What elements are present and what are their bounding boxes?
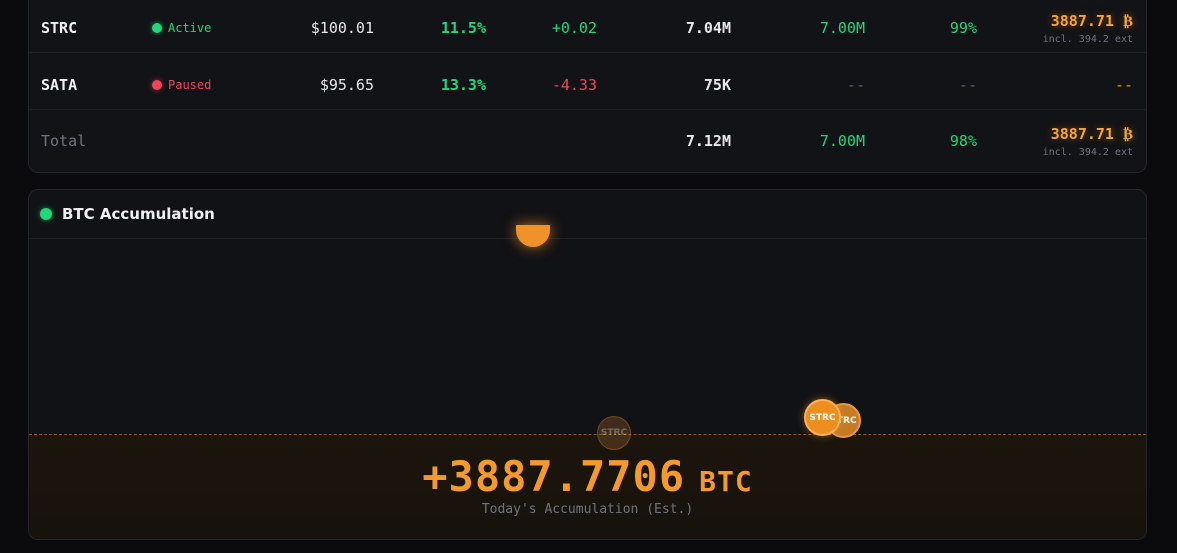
total-btc-amount: 3887.71 ₿ incl. 394.2 ext	[1043, 116, 1133, 166]
accumulation-caption: Today's Accumulation (Est.)	[481, 502, 694, 517]
percent-value: --	[958, 76, 977, 94]
live-indicator-icon	[40, 208, 52, 220]
change-value: +0.02	[551, 19, 597, 37]
yield-value: 11.5%	[440, 19, 486, 37]
total-cap: 7.00M	[819, 132, 865, 150]
status-dot-icon	[152, 80, 162, 90]
accumulation-total: +3887.7706 BTC	[29, 452, 1146, 501]
price-value: $95.65	[319, 76, 374, 94]
btc-value: 3887.71 ₿	[1050, 124, 1133, 143]
price-value: $100.01	[310, 19, 374, 37]
change-value: -4.33	[551, 76, 597, 94]
table-row[interactable]: STRC Active $100.01 11.5% +0.02 7.04M 7.…	[29, 3, 1146, 53]
preferred-stock-table: STRC Active $100.01 11.5% +0.02 7.04M 7.…	[28, 0, 1147, 173]
btc-amount: 3887.71 ₿ incl. 394.2 ext	[1043, 3, 1133, 53]
ticker-name: SATA	[41, 76, 78, 94]
status-badge: Active	[152, 3, 211, 53]
total-label: Total	[41, 132, 87, 150]
btc-note: incl. 394.2 ext	[1042, 146, 1133, 158]
volume-value: 75K	[703, 76, 731, 94]
btc-coin-icon: STRC	[804, 399, 841, 436]
total-volume: 7.12M	[685, 132, 731, 150]
ticker-name: STRC	[41, 19, 78, 37]
btc-note: incl. 394.2 ext	[1042, 33, 1133, 45]
total-percent: 98%	[949, 132, 977, 150]
btc-value: 3887.71 ₿	[1050, 11, 1133, 30]
btc-amount: --	[1115, 60, 1133, 110]
status-label: Active	[168, 21, 212, 35]
yield-value: 13.3%	[440, 76, 486, 94]
table-row[interactable]: SATA Paused $95.65 13.3% -4.33 75K -- --…	[29, 60, 1146, 110]
btc-accumulation-panel: BTC Accumulation STRC STRC STRC +3887.77…	[28, 189, 1147, 540]
table-total-row: Total 7.12M 7.00M 98% 3887.71 ₿ incl. 39…	[29, 116, 1146, 166]
cap-value: --	[846, 76, 865, 94]
status-dot-icon	[152, 23, 162, 33]
status-badge: Paused	[152, 60, 211, 110]
btc-coin-icon	[516, 225, 550, 247]
btc-value: --	[1114, 76, 1133, 94]
btc-coin-icon: STRC	[597, 416, 631, 450]
panel-header: BTC Accumulation	[29, 190, 1146, 239]
cap-value: 7.00M	[819, 19, 865, 37]
accumulation-value: +3887.7706	[422, 452, 686, 501]
percent-value: 99%	[949, 19, 977, 37]
accumulation-canvas: STRC STRC STRC +3887.7706 BTC Today's Acc…	[29, 225, 1146, 539]
status-label: Paused	[168, 78, 212, 92]
volume-value: 7.04M	[685, 19, 731, 37]
accumulation-unit: BTC	[699, 465, 753, 498]
panel-title: BTC Accumulation	[62, 205, 215, 223]
